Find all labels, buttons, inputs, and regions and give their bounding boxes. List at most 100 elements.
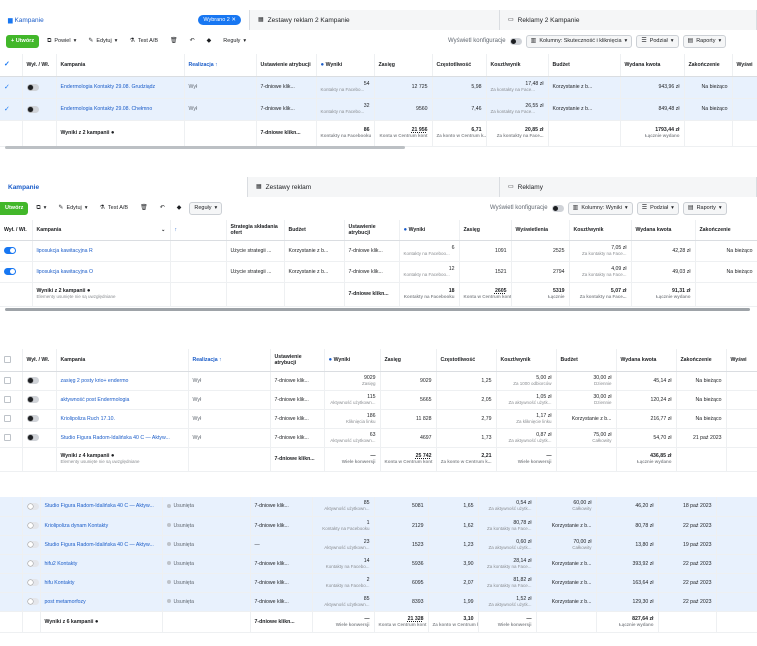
table-row[interactable]: zasięg 2 posty krio+ endermo Wył 7-dniowe …: [0, 371, 757, 391]
checkbox[interactable]: ✓: [4, 61, 11, 68]
col-frequency[interactable]: Częstotliwość: [432, 54, 487, 77]
s1-tab-ads[interactable]: ▭ Reklamy 2 Kampanie: [500, 10, 757, 30]
campaign-toggle[interactable]: [26, 522, 39, 529]
campaign-name-link[interactable]: Studio Figura Radom-Idalińska 40 C — Akt…: [56, 428, 189, 448]
table-row[interactable]: Kriolipoliza Ruch 17.10. Wył 7-dniowe klik…: [0, 409, 757, 429]
col-budget[interactable]: Budżet: [284, 220, 345, 241]
s2-tab-adsets[interactable]: ▦ Zestawy reklam: [248, 177, 500, 197]
col-campaign[interactable]: Kampania: [56, 349, 189, 372]
rules-button[interactable]: Reguły ▾: [219, 35, 250, 48]
campaign-name-link[interactable]: liposukcja kawitacyjna R: [32, 240, 171, 262]
col-results[interactable]: ● Wyniki: [324, 349, 381, 372]
campaign-toggle[interactable]: [26, 541, 39, 548]
row-checkbox[interactable]: [4, 415, 11, 422]
duplicate-button[interactable]: ⧉ Powiel ▾: [43, 35, 80, 48]
campaign-name-link[interactable]: hifu2 Kontakty: [40, 554, 163, 574]
campaign-toggle[interactable]: [26, 415, 39, 422]
campaign-toggle[interactable]: [26, 377, 39, 384]
breakdown-button[interactable]: ☰ Podział ▾: [636, 34, 679, 48]
table-row[interactable]: aktywność post Endermologia Wył 7-dniowe k…: [0, 390, 757, 410]
info-icon[interactable]: ●: [111, 130, 115, 136]
col-delivery[interactable]: ↑: [170, 220, 227, 241]
table-row[interactable]: ✓ Endermologia Kontakty 29.08. Chełmno W…: [0, 98, 757, 121]
table-row[interactable]: Studio Figura Radom-Idalińska 40 C — Akt…: [0, 428, 757, 448]
table-row[interactable]: post metamorfozy Usunięta 7-dniowe klik...…: [0, 592, 757, 612]
columns-button[interactable]: ▥ Kolumny: Wyniki ▾: [567, 201, 633, 215]
table-row[interactable]: Studio Figura Radom-Idalińska 40 C — Akt…: [0, 535, 757, 555]
s2-tab-campaigns[interactable]: Kampanie: [0, 177, 248, 197]
col-end[interactable]: Zakończenie: [676, 349, 727, 372]
col-toggle[interactable]: Wył. / Wł.: [0, 220, 33, 241]
config-toggle[interactable]: [551, 204, 564, 212]
campaign-toggle[interactable]: [26, 560, 39, 567]
campaign-name-link[interactable]: Kriolipoliza dynam Kontakty: [40, 516, 163, 536]
s2-horizontal-scrollbar[interactable]: [5, 308, 750, 311]
edit-button[interactable]: ✎ Edytuj ▾: [84, 35, 121, 48]
campaign-name-link[interactable]: Studio Figura Radom-Idalińska 40 C — Akt…: [40, 497, 163, 517]
campaign-toggle[interactable]: [4, 247, 16, 254]
col-toggle[interactable]: Wył. / Wł.: [22, 54, 57, 77]
config-toggle[interactable]: [509, 37, 522, 45]
col-campaign[interactable]: Kampania ⌄: [32, 220, 171, 241]
campaign-toggle[interactable]: [26, 83, 39, 91]
row-checkbox[interactable]: ✓: [4, 106, 11, 113]
col-cost-per-result[interactable]: Koszt/wynik: [496, 349, 557, 372]
row-checkbox[interactable]: ✓: [4, 84, 11, 91]
campaign-toggle[interactable]: [26, 434, 39, 441]
checkbox[interactable]: [4, 356, 11, 364]
delete-button[interactable]: 🗑: [136, 202, 152, 215]
campaign-name-link[interactable]: post metamorfozy: [40, 592, 163, 612]
table-row[interactable]: liposukcja kawitacyjna R Użycie strategi…: [0, 240, 757, 262]
col-end[interactable]: Zakończenie: [684, 54, 733, 77]
delete-button[interactable]: 🗑: [166, 35, 182, 48]
col-cost-per-result[interactable]: Koszt/wynik: [569, 220, 632, 241]
row-checkbox[interactable]: [4, 396, 11, 403]
campaign-name-link[interactable]: Kriolipoliza Ruch 17.10.: [56, 409, 189, 429]
col-results[interactable]: ● Wyniki: [316, 54, 375, 77]
create-button[interactable]: + Utwórz: [6, 34, 40, 48]
col-end[interactable]: Zakończenie: [695, 220, 757, 241]
reports-button[interactable]: ▤ Raporty ▾: [682, 34, 727, 48]
campaign-toggle[interactable]: [26, 396, 39, 403]
col-toggle[interactable]: Wył. / Wł.: [22, 349, 57, 372]
s2-tab-ads[interactable]: ▭ Reklamy: [500, 177, 757, 197]
undo-button[interactable]: ↶: [156, 202, 169, 215]
undo-button[interactable]: ↶: [186, 35, 199, 48]
s1-horizontal-scrollbar[interactable]: [5, 146, 405, 149]
campaign-toggle[interactable]: [26, 598, 39, 605]
s1-tab-adsets[interactable]: ▦ Zestawy reklam 2 Kampanie: [250, 10, 500, 30]
ab-test-button[interactable]: ⚗ Test A/B: [125, 35, 162, 48]
columns-button[interactable]: ▥ Kolumny: Skuteczność i kliknięcia ▾: [525, 34, 633, 48]
col-spent[interactable]: Wydana kwota: [620, 54, 685, 77]
table-row[interactable]: Kriolipoliza dynam Kontakty Usunięta 7-dni…: [0, 516, 757, 536]
table-row[interactable]: hifu Kontakty Usunięta 7-dniowe klik... 2 Ko…: [0, 573, 757, 593]
campaign-name-link[interactable]: aktywność post Endermologia: [56, 390, 189, 410]
create-button[interactable]: Utwórz: [0, 201, 29, 215]
campaign-toggle[interactable]: [26, 579, 39, 586]
table-row[interactable]: Studio Figura Radom-Idalińska 40 C — Akt…: [0, 497, 757, 517]
col-attribution[interactable]: Ustawienie atrybucji: [256, 54, 317, 77]
breakdown-button[interactable]: ☰ Podział ▾: [636, 201, 679, 215]
campaign-name-link[interactable]: hifu Kontakty: [40, 573, 163, 593]
s1-tab-campaigns[interactable]: ▆ Kampanie Wybrano 2 ✕: [0, 10, 250, 30]
campaign-name-link[interactable]: liposukcja kawitacyjna O: [32, 261, 171, 283]
col-delivery[interactable]: Realizacja ↑: [188, 349, 271, 372]
edit-button[interactable]: ✎ Edytuj ▾: [54, 202, 91, 215]
col-attribution[interactable]: Ustawienie atrybucji: [270, 349, 325, 372]
col-impressions[interactable]: Wyświetlenia: [511, 220, 570, 241]
col-campaign[interactable]: Kampania: [56, 54, 185, 77]
tag-button[interactable]: ◆: [173, 202, 186, 215]
col-attribution[interactable]: Ustawienie atrybucji: [344, 220, 400, 241]
col-impressions[interactable]: Wyświ: [726, 349, 757, 372]
col-budget[interactable]: Budżet: [548, 54, 621, 77]
ab-test-button[interactable]: ⚗ Test A/B: [96, 202, 133, 215]
s3-select-all[interactable]: [0, 349, 23, 372]
campaign-name-link[interactable]: Studio Figura Radom-Idalińska 40 C — Akt…: [40, 535, 163, 555]
col-cost-per-result[interactable]: Koszt/wynik: [486, 54, 549, 77]
row-checkbox[interactable]: [4, 377, 11, 384]
col-bid-strategy[interactable]: Strategia składania ofert: [226, 220, 285, 241]
col-frequency[interactable]: Częstotliwość: [436, 349, 497, 372]
selection-badge[interactable]: Wybrano 2 ✕: [198, 15, 241, 25]
col-budget[interactable]: Budżet: [556, 349, 617, 372]
tag-button[interactable]: ◆: [203, 35, 216, 48]
